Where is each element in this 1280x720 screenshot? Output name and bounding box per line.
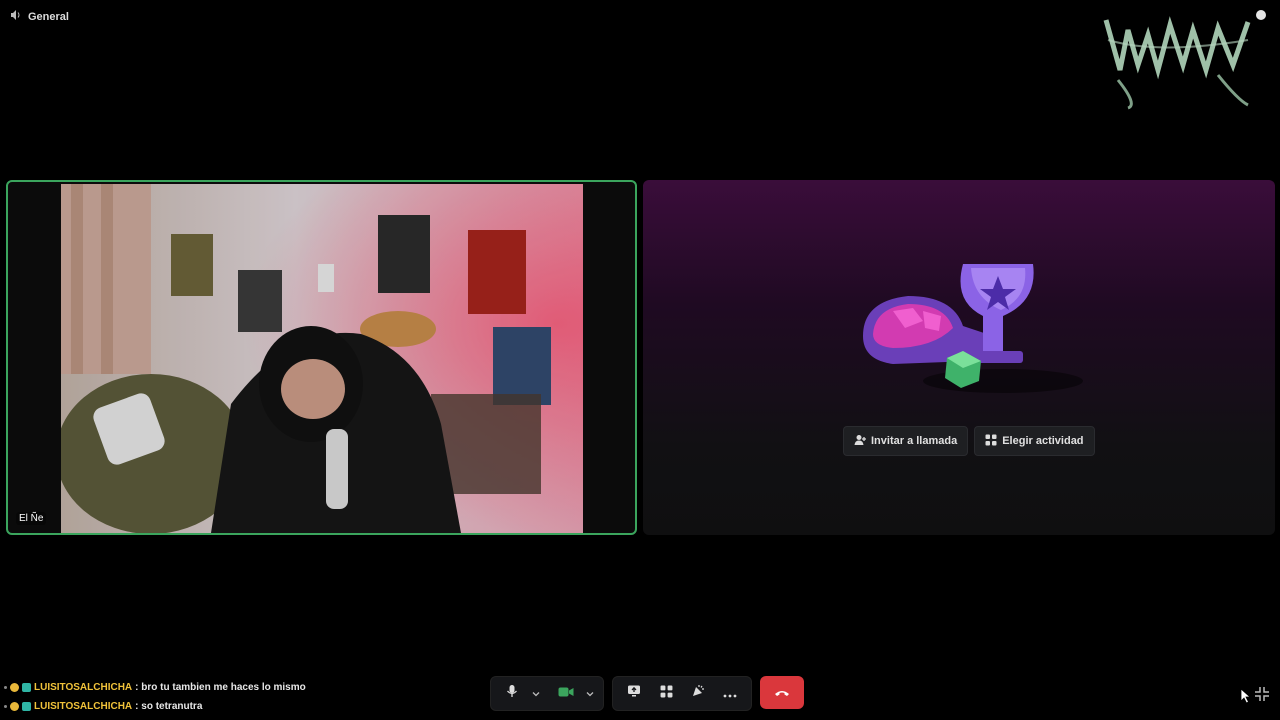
chat-text: : so tetranutra	[135, 701, 203, 712]
add-person-icon	[854, 434, 866, 449]
channel-name: General	[28, 11, 69, 23]
gold-badge-icon	[10, 702, 19, 711]
media-controls-group	[490, 676, 604, 711]
status-dot	[1256, 10, 1266, 20]
choose-activity-button[interactable]: Elegir actividad	[974, 426, 1095, 456]
more-options-button[interactable]	[715, 677, 745, 710]
invite-label: Invitar a llamada	[871, 435, 958, 447]
activity-illustration	[863, 264, 1083, 393]
microphone-button[interactable]	[497, 677, 527, 710]
mouse-cursor-icon	[1240, 688, 1252, 704]
teal-badge-icon	[22, 702, 31, 711]
chat-overlay: LUISITOSALCHICHA : bro tu tambien me hac…	[4, 678, 306, 716]
chat-username: LUISITOSALCHICHA	[34, 682, 133, 693]
camera-icon	[558, 685, 574, 703]
chat-message: LUISITOSALCHICHA : bro tu tambien me hac…	[4, 678, 306, 697]
invite-to-call-button[interactable]: Invitar a llamada	[843, 426, 969, 456]
participant-video-tile[interactable]: El Ñe	[6, 180, 637, 535]
soundboard-icon	[691, 684, 705, 703]
camera-feed	[61, 184, 583, 533]
chevron-down-icon	[532, 685, 540, 703]
extra-controls-group	[612, 676, 752, 711]
activities-button[interactable]	[651, 677, 681, 710]
screen-share-button[interactable]	[619, 677, 649, 710]
badge-dot-icon	[4, 686, 7, 689]
gold-badge-icon	[10, 683, 19, 692]
chat-username: LUISITOSALCHICHA	[34, 701, 133, 712]
more-icon	[723, 685, 737, 703]
participant-name: El Ñe	[16, 512, 47, 525]
camera-button[interactable]	[551, 677, 581, 710]
chat-message: LUISITOSALCHICHA : so tetranutra	[4, 697, 306, 716]
camera-options-button[interactable]	[583, 677, 597, 710]
call-controls	[490, 676, 804, 711]
screen-share-icon	[627, 684, 641, 703]
soundboard-button[interactable]	[683, 677, 713, 710]
chat-text: : bro tu tambien me haces lo mismo	[135, 682, 306, 693]
microphone-options-button[interactable]	[529, 677, 543, 710]
microphone-icon	[505, 684, 519, 703]
disconnect-button[interactable]	[760, 676, 804, 709]
activity-label: Elegir actividad	[1002, 435, 1084, 447]
exit-fullscreen-button[interactable]	[1254, 686, 1270, 707]
badge-dot-icon	[4, 705, 7, 708]
teal-badge-icon	[22, 683, 31, 692]
collapse-icon	[1254, 687, 1270, 706]
grid-apps-icon	[985, 434, 997, 449]
channel-header: General	[10, 8, 69, 26]
phone-hangup-icon	[774, 684, 790, 702]
stream-logo	[1103, 16, 1251, 110]
empty-call-tile: Invitar a llamada Elegir actividad	[643, 180, 1275, 535]
chevron-down-icon	[586, 685, 594, 703]
grid-apps-icon	[660, 685, 673, 703]
speaker-icon	[10, 8, 22, 26]
